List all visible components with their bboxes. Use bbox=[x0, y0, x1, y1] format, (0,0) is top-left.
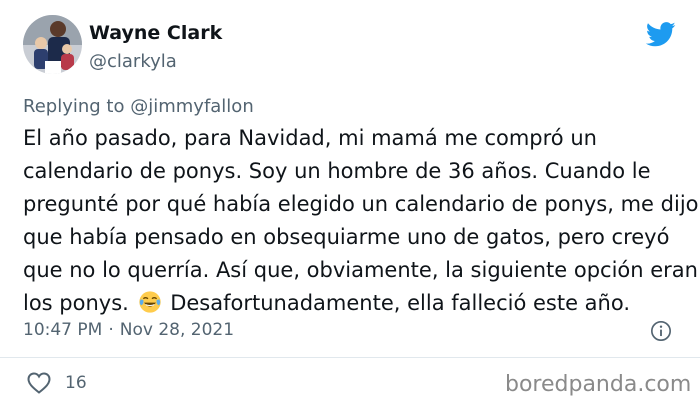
meta-separator: · bbox=[108, 320, 114, 340]
face-with-tears-of-joy-icon bbox=[138, 291, 161, 313]
avatar[interactable] bbox=[23, 15, 82, 74]
tweet-text-line: que no lo querría. Así que, obviamente, … bbox=[23, 258, 698, 282]
tweet-time: 10:47 PM bbox=[23, 320, 103, 340]
tweet-date: Nov 28, 2021 bbox=[119, 320, 235, 340]
heart-icon[interactable] bbox=[27, 372, 51, 394]
author-display-name[interactable]: Wayne Clark bbox=[89, 22, 222, 44]
replying-to-label: Replying to bbox=[23, 96, 125, 117]
replying-to: Replying to @jimmyfallon bbox=[23, 96, 254, 117]
twitter-bird-icon[interactable] bbox=[646, 22, 676, 47]
author-handle[interactable]: @clarkyla bbox=[89, 51, 177, 72]
tweet-text-line: El año pasado, para Navidad, mi mamá me … bbox=[23, 126, 597, 150]
avatar-photo bbox=[23, 15, 82, 74]
tweet-text-line: que había pensado en obsequiarme uno de … bbox=[23, 225, 670, 249]
watermark: boredpanda.com bbox=[505, 372, 692, 397]
divider bbox=[0, 357, 700, 358]
tweet-text-segment: Desafortunadamente, ella falleció este a… bbox=[170, 291, 631, 315]
tweet-text-line: calendario de ponys. Soy un hombre de 36… bbox=[23, 159, 651, 183]
tweet-text-last-line: los ponys. Desafortunadamente, ella fall… bbox=[23, 287, 678, 320]
tweet-text-line: pregunté por qué había elegido un calend… bbox=[23, 192, 699, 216]
info-icon[interactable] bbox=[650, 320, 672, 342]
tweet-header: Wayne Clark @clarkyla bbox=[0, 0, 700, 88]
tweet-timestamp[interactable]: 10:47 PM · Nov 28, 2021 bbox=[23, 320, 234, 340]
tweet-text-segment: los ponys. bbox=[23, 291, 129, 315]
tweet-text: El año pasado, para Navidad, mi mamá me … bbox=[23, 122, 699, 320]
like-count: 16 bbox=[65, 373, 87, 393]
reply-mention-link[interactable]: @jimmyfallon bbox=[130, 96, 254, 117]
